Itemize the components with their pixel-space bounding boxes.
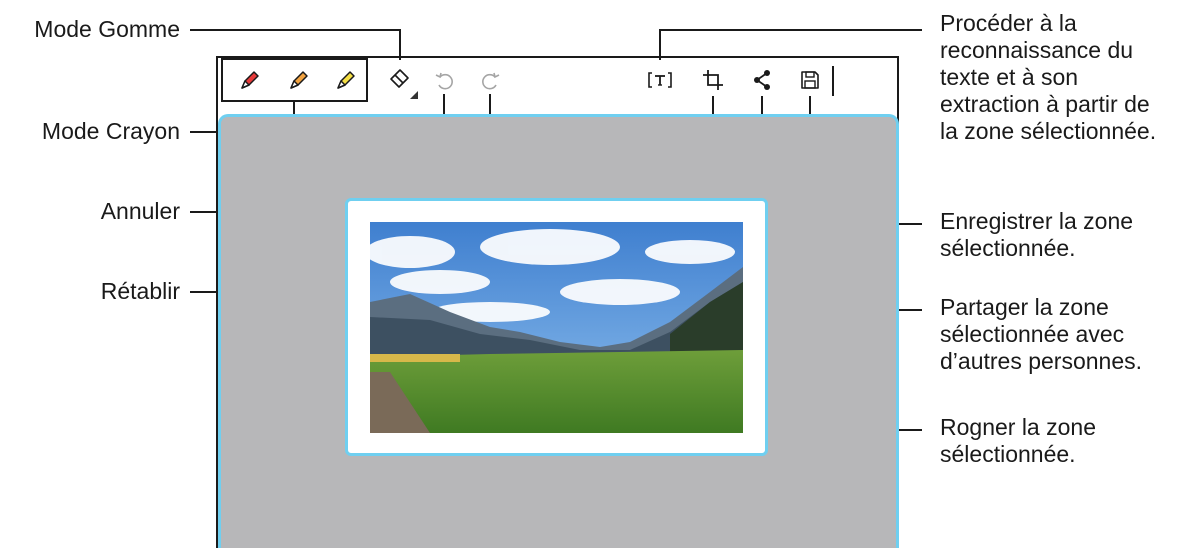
text-recognition-label: Procéder à la reconnaissance du texte et… (940, 10, 1185, 145)
share-label-line: d’autres personnes. (940, 348, 1143, 374)
text-recognition-line: texte et à son (940, 64, 1079, 90)
text-extract-icon (648, 72, 672, 88)
share-label-line: sélectionnée avec (940, 321, 1125, 347)
save-label: Enregistrer la zone sélectionnée. (940, 208, 1185, 262)
share-icon (754, 70, 770, 90)
eraser-button[interactable] (383, 60, 417, 94)
orange-pen-button[interactable] (282, 63, 316, 97)
save-label-line: Enregistrer la zone (940, 208, 1134, 234)
crop-button[interactable] (696, 63, 730, 97)
share-label: Partager la zone sélectionnée avec d’aut… (940, 294, 1185, 375)
redo-label: Rétablir (100, 278, 180, 304)
undo-button[interactable] (428, 64, 462, 98)
toolbar-divider (832, 66, 834, 96)
undo-icon (435, 72, 453, 90)
yellow-pen-icon (337, 71, 355, 89)
red-pen-icon (241, 71, 259, 89)
pen-mode-label: Mode Crayon (41, 118, 180, 144)
crop-icon (703, 70, 723, 90)
text-recognition-line: Procéder à la (940, 10, 1077, 36)
redo-icon (482, 72, 500, 90)
text-recognition-line: extraction à partir de (940, 91, 1150, 117)
crop-label-line: Rogner la zone (940, 414, 1096, 440)
save-icon (801, 71, 819, 89)
orange-pen-icon (290, 71, 308, 89)
crop-label-line: sélectionnée. (940, 441, 1076, 467)
redo-button[interactable] (473, 64, 507, 98)
crop-label: Rogner la zone sélectionnée. (940, 414, 1185, 468)
text-recognition-line: reconnaissance du (940, 37, 1134, 63)
eraser-mode-label: Mode Gomme (34, 16, 180, 42)
red-pen-button[interactable] (233, 63, 267, 97)
save-button[interactable] (793, 63, 827, 97)
share-button[interactable] (745, 63, 779, 97)
undo-label: Annuler (100, 198, 180, 224)
save-label-line: sélectionnée. (940, 235, 1076, 261)
share-label-line: Partager la zone (940, 294, 1109, 320)
text-recognition-line: la zone sélectionnée. (940, 118, 1157, 144)
eraser-icon (390, 69, 409, 88)
text-extract-button[interactable] (643, 63, 677, 97)
yellow-pen-button[interactable] (329, 63, 363, 97)
eraser-options-indicator (410, 91, 418, 99)
landscape-photo (370, 222, 743, 433)
